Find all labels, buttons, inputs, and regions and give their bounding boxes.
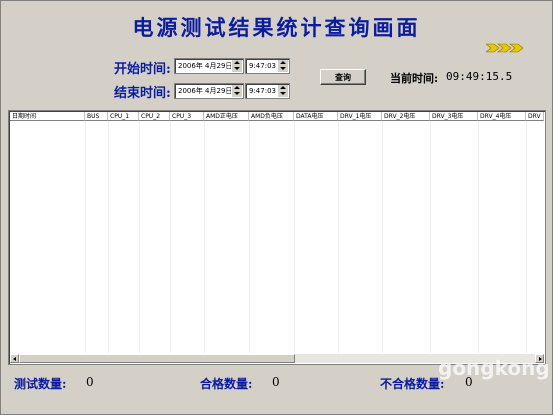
column-header[interactable]: 日期时间 <box>10 112 85 121</box>
start-time-value: 9:47:03 <box>249 62 276 70</box>
end-time-label: 结束时间: <box>114 86 171 101</box>
pass-count-value: 0 <box>272 375 280 389</box>
chevron-left-icon <box>13 357 16 361</box>
column-header[interactable]: AMD正电压 <box>204 112 249 121</box>
results-grid[interactable]: 日期时间 BUS CPU_1 CPU_2 CPU_3 AMD正电压 AMD负电压… <box>8 110 546 365</box>
test-count-label: 测试数量: <box>14 377 67 391</box>
start-time-label: 开始时间: <box>114 62 171 77</box>
start-date-picker[interactable]: 2006年 4月29日 <box>174 58 244 74</box>
column-header[interactable]: CPU_2 <box>139 112 170 121</box>
start-time-spinner[interactable] <box>277 60 288 72</box>
column-header[interactable]: DRV_1电压 <box>338 112 382 121</box>
scroll-left-button[interactable] <box>10 354 19 363</box>
end-date-picker[interactable]: 2006年 4月29日 <box>174 83 244 99</box>
start-date-value: 2006年 4月29日 <box>178 62 233 70</box>
query-button[interactable]: 查询 <box>320 69 366 85</box>
column-header[interactable]: DRV_2电压 <box>382 112 430 121</box>
current-time-value: 09:49:15.5 <box>446 70 513 83</box>
test-count-value: 0 <box>86 375 94 389</box>
column-header[interactable]: DRV_3电压 <box>430 112 478 121</box>
page-title: 电源测试结果统计查询画面 <box>132 15 421 40</box>
start-time-picker[interactable]: 9:47:03 <box>245 58 290 74</box>
start-date-spinner[interactable] <box>231 60 242 72</box>
end-time-value: 9:47:03 <box>249 87 276 95</box>
column-header[interactable]: AMD负电压 <box>249 112 294 121</box>
column-header[interactable]: CPU_3 <box>170 112 204 121</box>
end-time-spinner[interactable] <box>277 85 288 97</box>
end-date-value: 2006年 4月29日 <box>178 87 233 95</box>
column-header[interactable]: DRV_4电压 <box>478 112 526 121</box>
current-time-label: 当前时间: <box>390 72 439 85</box>
column-header[interactable]: CPU_1 <box>108 112 139 121</box>
end-date-spinner[interactable] <box>231 85 242 97</box>
column-header[interactable]: DRV <box>526 112 544 121</box>
fail-count-label: 不合格数量: <box>380 377 445 391</box>
watermark: gongkong <box>438 356 550 380</box>
end-time-picker[interactable]: 9:47:03 <box>245 83 290 99</box>
column-header[interactable]: DATA电压 <box>294 112 338 121</box>
grid-header: 日期时间 BUS CPU_1 CPU_2 CPU_3 AMD正电压 AMD负电压… <box>10 112 544 121</box>
pass-count-label: 合格数量: <box>200 377 253 391</box>
column-header[interactable]: BUS <box>85 112 108 121</box>
arrows-icon <box>486 43 524 53</box>
scrollbar-thumb[interactable] <box>19 354 295 363</box>
